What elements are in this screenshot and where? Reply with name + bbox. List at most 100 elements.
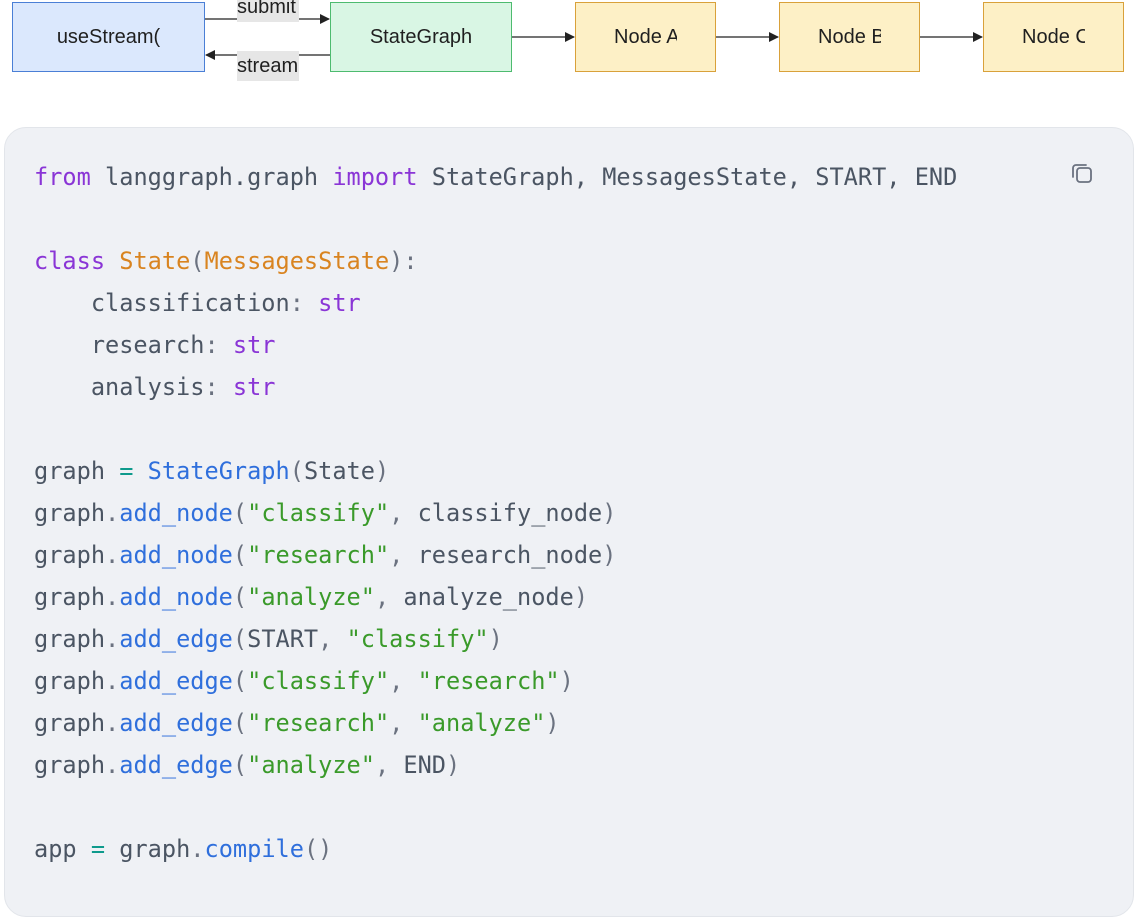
code-token: class [34,247,106,275]
code-line: graph.add_edge("analyze", END) [34,744,957,786]
code-token: app [34,835,91,863]
code-token: , [389,667,418,695]
code-token: graph [34,499,106,527]
code-token: graph [105,835,191,863]
node-b: Node B [779,2,920,72]
code-token: ( [232,583,248,611]
client-node-label: useStream( [56,25,161,48]
code-token: "classify" [247,499,390,527]
code-token: "analyze" [417,709,546,737]
code-token: ): [389,247,418,275]
code-line: graph = StateGraph(State) [34,450,957,492]
code-token: ( [190,247,205,275]
code-token: ) [488,625,503,653]
code-token: State [119,247,191,275]
code-token: ) [559,667,574,695]
code-line: research: str [34,324,957,366]
code-token: str [232,331,276,359]
code-token: . [105,541,120,569]
code-token: ) [545,709,560,737]
code-token: ( [232,709,248,737]
code-token: "analyze" [247,583,375,611]
code-line: app = graph.compile() [34,828,957,870]
code-line: graph.add_edge("research", "analyze") [34,702,957,744]
copy-button[interactable] [1067,158,1097,188]
code-token: . [105,709,120,737]
stream-edge-label: stream [237,51,299,81]
code-token: add_edge [119,667,233,695]
code-token: str [232,373,276,401]
code-token: ) [374,457,390,485]
code-line: graph.add_edge(START, "classify") [34,618,957,660]
code-token: classification [34,289,290,317]
code-token: . [105,499,120,527]
code-token: graph [34,751,106,779]
node-c: Node C [983,2,1124,72]
submit-edge-label: submit [237,0,299,22]
code-token: research [34,331,205,359]
code-token: graph [34,667,106,695]
code-token: "analyze" [247,751,375,779]
code-line: graph.add_node("research", research_node… [34,534,957,576]
code-token: "research" [417,667,560,695]
code-token: StateGraph [147,457,290,485]
code-token: graph [34,625,106,653]
node-a: Node A [575,2,716,72]
code-token: ( [232,499,248,527]
code-token: StateGraph, MessagesState, START, END [417,163,958,191]
code-token: str [318,289,361,317]
code-token: add_edge [119,625,233,653]
code-token: END [403,751,446,779]
architecture-diagram: submit stream useStream( StateGraph Node… [0,0,1142,100]
code-token: ( [232,751,248,779]
code-token: compile [204,835,304,863]
code-token: research_node [417,541,603,569]
code-token: add_node [119,541,233,569]
code-token: "classify" [247,667,390,695]
code-token: ) [602,541,617,569]
code-token: : [204,373,233,401]
code-token: ) [573,583,589,611]
code-token: "classify" [346,625,489,653]
code-token: . [105,667,120,695]
code-token: ) [446,751,461,779]
code-token: , [374,751,404,779]
code-line: graph.add_edge("classify", "research") [34,660,957,702]
code-token: graph [34,709,106,737]
node-a-label: Node A [614,25,677,48]
code-token: START [247,625,319,653]
code-token: classify_node [417,499,603,527]
code-token: , [389,709,418,737]
code-token: = [90,835,106,863]
code-token: = [119,457,134,485]
code-token: analyze_node [403,583,574,611]
copy-icon [1072,164,1092,183]
node-b-label: Node B [818,25,881,48]
code-token: , [318,625,347,653]
code-token: ( [232,667,248,695]
code-token: ( [289,457,304,485]
code-token: : [289,289,319,317]
code-token: analysis [34,373,205,401]
code-token: langgraph.graph [90,163,333,191]
code-token: . [105,583,120,611]
code-token: . [105,751,120,779]
code-token: ) [602,499,617,527]
code-token: . [190,835,205,863]
code-token: MessagesState [204,247,390,275]
code-token: add_edge [119,751,233,779]
code-token: State [303,457,375,485]
node-c-label: Node C [1022,25,1085,48]
code-token: from [34,163,91,191]
code-line: classification: str [34,282,957,324]
stategraph-node: StateGraph [330,2,512,72]
code-token: . [105,625,120,653]
code-block: from langgraph.graph import StateGraph, … [4,127,1134,917]
client-node: useStream( [12,2,205,72]
stategraph-node-label: StateGraph [369,25,473,48]
code-token: , [389,499,418,527]
